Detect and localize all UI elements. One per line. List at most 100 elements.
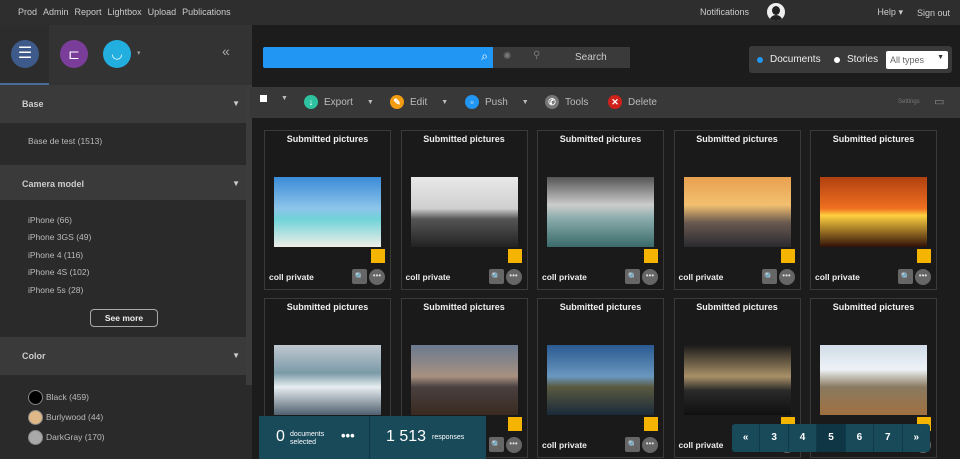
- thumbnail-image[interactable]: [820, 345, 927, 415]
- push-button[interactable]: ▫ Push ▼: [465, 95, 529, 109]
- more-icon[interactable]: •••: [642, 269, 658, 285]
- more-icon[interactable]: •••: [778, 269, 795, 285]
- search-icon[interactable]: ⌕: [481, 49, 488, 64]
- thumbnail-image[interactable]: [410, 345, 518, 415]
- toolbar: ▼ ↓ Export ▼ ✎ Edit ▼ ▫ Push ▼ ✆ Tools ✕ Delete …: [250, 87, 960, 118]
- topnav-item[interactable]: Admin: [43, 7, 69, 17]
- edit-icon: ✎: [390, 95, 404, 109]
- facet-item[interactable]: DarkGray (170): [0, 427, 252, 447]
- document-card[interactable]: Submitted pictures coll private 🔍 •••: [537, 130, 664, 290]
- more-icon[interactable]: •••: [505, 269, 522, 285]
- documents-label[interactable]: Documents: [770, 54, 821, 65]
- basket-app-icon[interactable]: ◡: [103, 40, 131, 68]
- document-card[interactable]: Submitted pictures coll private 🔍 •••: [673, 130, 801, 290]
- thumbnail-image[interactable]: [683, 177, 791, 247]
- edit-button[interactable]: ✎ Edit ▼: [390, 95, 448, 109]
- app-dropdown-icon[interactable]: ▾: [137, 49, 141, 57]
- see-more-button[interactable]: See more: [90, 309, 158, 327]
- facet-item[interactable]: iPhone 5s (28): [0, 282, 252, 300]
- image-type-icon: [917, 249, 931, 263]
- thumbnail-image[interactable]: [410, 177, 518, 247]
- facet-item-label: DarkGray (170): [46, 432, 105, 442]
- page-button[interactable]: 3: [760, 424, 789, 452]
- thumbnail-image[interactable]: [547, 345, 654, 415]
- signout-link[interactable]: Sign out: [917, 8, 950, 18]
- card-title: Submitted pictures: [286, 302, 369, 312]
- zoom-icon[interactable]: 🔍: [898, 269, 913, 284]
- document-card[interactable]: Submitted pictures coll private 🔍 •••: [264, 130, 391, 290]
- avatar[interactable]: [767, 3, 785, 21]
- facet-item[interactable]: Base de test (1513): [0, 133, 252, 151]
- facet-title: Camera model: [22, 178, 85, 189]
- document-card[interactable]: Submitted pictures coll private 🔍 •••: [400, 130, 528, 290]
- last-page-button[interactable]: »: [903, 424, 930, 452]
- facet-item[interactable]: iPhone (66): [0, 212, 252, 230]
- thumbnail-image[interactable]: [274, 177, 381, 247]
- topnav-item[interactable]: Lightbox: [108, 7, 142, 17]
- zoom-icon[interactable]: 🔍: [488, 437, 504, 452]
- type-select[interactable]: All types ▼: [886, 51, 948, 69]
- wrench-icon: ✆: [545, 95, 559, 109]
- facet-item[interactable]: Black (459): [0, 387, 252, 407]
- delete-button[interactable]: ✕ Delete: [608, 95, 657, 109]
- facet-item[interactable]: iPhone 4S (102): [0, 264, 252, 282]
- page-button[interactable]: 6: [846, 424, 875, 452]
- search-button[interactable]: Search: [575, 52, 607, 63]
- collection-label: coll private: [542, 272, 587, 282]
- document-card[interactable]: Submitted pictures coll private 🔍 •••: [810, 130, 937, 290]
- collapse-sidebar-icon[interactable]: «: [222, 43, 230, 59]
- export-button[interactable]: ↓ Export ▼: [304, 95, 374, 109]
- zoom-icon[interactable]: 🔍: [625, 437, 640, 452]
- facet-header[interactable]: Camera model ▼: [0, 164, 252, 200]
- thumbnail-image[interactable]: [274, 345, 381, 415]
- more-icon[interactable]: •••: [505, 437, 522, 453]
- page-button[interactable]: 5: [817, 424, 846, 452]
- more-options-icon[interactable]: •••: [341, 428, 355, 443]
- search-input[interactable]: ⌕: [263, 47, 493, 68]
- stories-label[interactable]: Stories: [847, 54, 878, 65]
- responses-count: 1 513: [386, 428, 427, 445]
- thumbnail-image[interactable]: [547, 177, 654, 247]
- hierarchy-app-icon[interactable]: ⊏: [60, 40, 88, 68]
- more-icon[interactable]: •••: [369, 269, 385, 285]
- display-icon[interactable]: ▭: [934, 95, 944, 108]
- topnav-item[interactable]: Publications: [182, 7, 231, 17]
- topnav-item[interactable]: Upload: [148, 7, 177, 17]
- more-icon[interactable]: •••: [915, 269, 931, 285]
- zoom-icon[interactable]: 🔍: [761, 269, 777, 284]
- topnav-item[interactable]: Report: [75, 7, 102, 17]
- zoom-icon[interactable]: 🔍: [352, 269, 367, 284]
- page-button[interactable]: 7: [874, 424, 903, 452]
- facet-header[interactable]: Base ▼: [0, 85, 252, 123]
- card-title: Submitted pictures: [559, 134, 642, 144]
- thumbnail-image[interactable]: [820, 177, 927, 247]
- delete-icon: ✕: [608, 95, 622, 109]
- facet-item[interactable]: iPhone 3GS (49): [0, 229, 252, 247]
- selected-label: documents: [290, 431, 325, 438]
- documents-radio[interactable]: [757, 57, 763, 63]
- settings-icon[interactable]: ✺: [503, 51, 511, 62]
- zoom-icon[interactable]: 🔍: [488, 269, 504, 284]
- settings-link[interactable]: Settings: [898, 99, 920, 105]
- sidebar: ☰ ⊏ ◡ ▾ « Base ▼ Base de test (1513) Camera…: [0, 25, 252, 459]
- select-all-checkbox[interactable]: ▼: [260, 95, 288, 102]
- page-button[interactable]: 4: [789, 424, 818, 452]
- notifications-link[interactable]: Notifications: [700, 7, 749, 17]
- help-menu[interactable]: Help ▾: [877, 7, 903, 18]
- more-icon[interactable]: •••: [642, 437, 658, 453]
- topnav-item[interactable]: Prod: [18, 7, 37, 17]
- user-filter-icon[interactable]: ⚲: [533, 50, 540, 61]
- document-card[interactable]: Submitted pictures coll private 🔍 •••: [537, 298, 664, 458]
- facet-header[interactable]: Color ▼: [0, 337, 252, 375]
- push-label: Push: [485, 96, 508, 108]
- zoom-icon[interactable]: 🔍: [625, 269, 640, 284]
- facet-item[interactable]: Burlywood (44): [0, 407, 252, 427]
- first-page-button[interactable]: «: [732, 424, 761, 452]
- sidebar-scrollbar[interactable]: [246, 85, 252, 385]
- documents-app-icon[interactable]: ☰: [11, 40, 39, 68]
- stories-radio[interactable]: [834, 57, 840, 63]
- facet-item[interactable]: iPhone 4 (116): [0, 247, 252, 265]
- collection-label: coll private: [815, 272, 860, 282]
- thumbnail-image[interactable]: [683, 345, 791, 415]
- tools-button[interactable]: ✆ Tools: [545, 95, 588, 109]
